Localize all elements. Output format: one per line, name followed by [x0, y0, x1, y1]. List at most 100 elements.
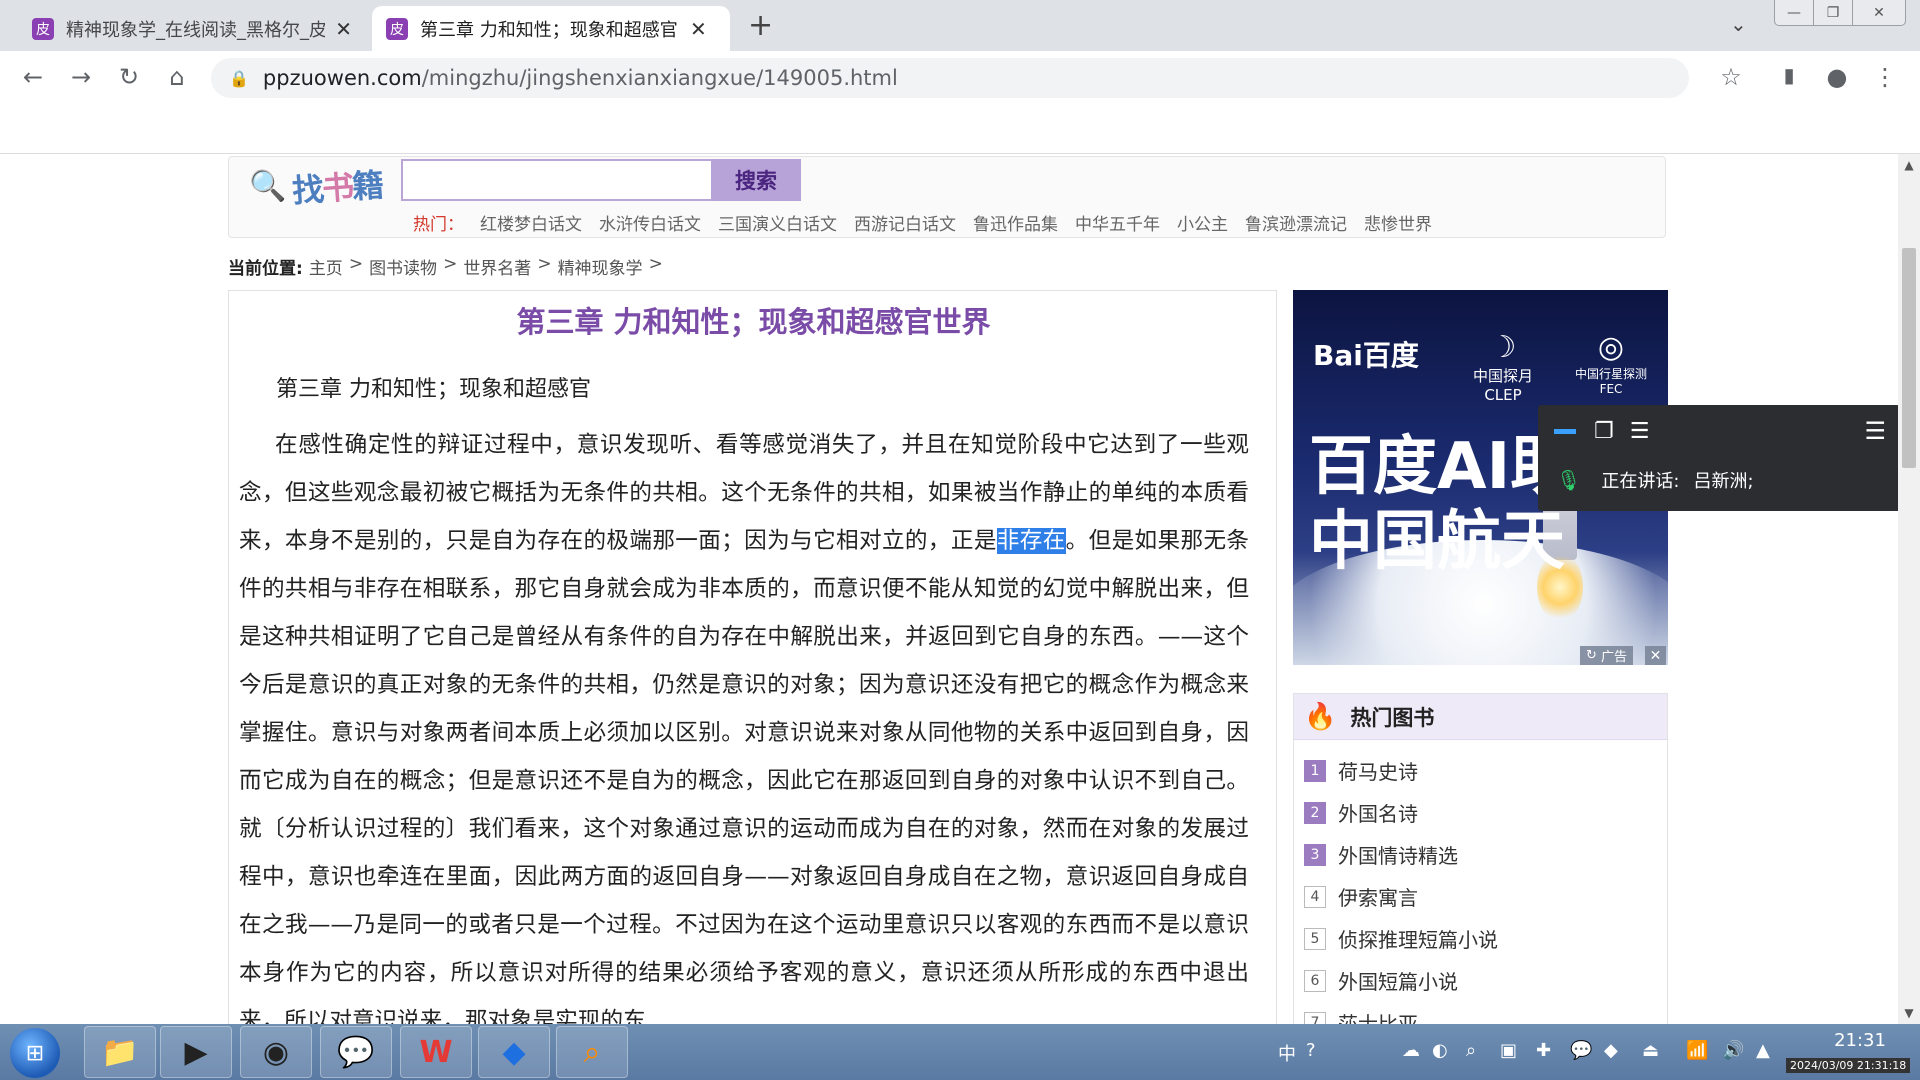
bookmark-star-icon[interactable]: ☆ — [1716, 63, 1746, 91]
help-icon[interactable]: ? — [1306, 1040, 1316, 1061]
lark-tray-icon[interactable]: ◆ — [1604, 1040, 1618, 1061]
chapter-subtitle: 第三章 力和知性；现象和超感官 — [276, 377, 591, 402]
ad-info-icon: ↻ — [1586, 648, 1597, 663]
hot-book-link[interactable]: 侦探推理短篇小说 — [1338, 924, 1498, 953]
lark-icon[interactable]: ◆ — [478, 1026, 550, 1078]
list-icon[interactable]: ☰ — [1630, 419, 1650, 444]
site-logo[interactable]: 🔍 找书籍 — [249, 163, 384, 210]
tab-close-icon[interactable]: ✕ — [335, 17, 352, 41]
reload-icon[interactable]: ↻ — [114, 63, 144, 91]
breadcrumb-label: 当前位置: — [228, 259, 303, 279]
page-scrollbar[interactable]: ▲ ▼ — [1898, 154, 1920, 1024]
search-app-icon[interactable]: ⌕ — [556, 1026, 628, 1078]
volume-icon[interactable]: 🔊 — [1722, 1040, 1744, 1061]
minimize-icon[interactable] — [1554, 428, 1576, 434]
hot-book-link[interactable]: 伊索寓言 — [1338, 882, 1418, 911]
browser-menu-icon[interactable]: ⋮ — [1870, 63, 1900, 91]
tab-chapter-three[interactable]: 皮 第三章 力和知性；现象和超感官 ✕ — [372, 6, 730, 51]
tab-jingshen-reading[interactable]: 皮 精神现象学_在线阅读_黑格尔_皮 ✕ — [18, 6, 366, 51]
hot-keyword-link[interactable]: 鲁迅作品集 — [973, 210, 1058, 235]
scrollbar-thumb[interactable] — [1902, 248, 1916, 468]
address-bar[interactable]: 🔒 ppzuowen.com/mingzhu/jingshenxianxiang… — [211, 58, 1689, 98]
hot-book-item[interactable]: 5 侦探推理短篇小说 — [1304, 924, 1498, 953]
hot-book-link[interactable]: 荷马史诗 — [1338, 756, 1418, 785]
hot-keyword-link[interactable]: 三国演义白话文 — [718, 210, 837, 235]
wps-icon[interactable]: W — [400, 1026, 472, 1078]
window-minimize-button[interactable]: — — [1774, 0, 1814, 26]
hot-keyword-link[interactable]: 小公主 — [1177, 210, 1228, 235]
menu-icon[interactable]: ☰ — [1864, 417, 1886, 445]
media-player-icon[interactable]: ▶ — [160, 1026, 232, 1078]
breadcrumb-link-classics[interactable]: 世界名著 — [463, 254, 531, 279]
hot-book-link[interactable]: 外国情诗精选 — [1338, 840, 1458, 869]
start-button-icon[interactable]: ⊞ — [10, 1028, 60, 1078]
downloader-icon[interactable]: ▣ — [1500, 1040, 1517, 1061]
voice-meeting-widget[interactable]: ❐ ☰ ☰ 🎙 正在讲话: 吕新洲; — [1538, 405, 1898, 511]
search-tray-icon[interactable]: ⌕ — [1466, 1040, 1476, 1061]
breadcrumb-separator: > — [443, 254, 458, 274]
wechat-tray-icon[interactable]: 💬 — [1570, 1040, 1592, 1061]
explorer-icon[interactable]: 📁 — [84, 1026, 156, 1078]
ad-label[interactable]: ↻ 广告 — [1580, 646, 1634, 665]
hot-keyword-link[interactable]: 西游记白话文 — [854, 210, 956, 235]
hot-books-header: 🔥 热门图书 — [1294, 694, 1667, 740]
ad-close-icon[interactable]: ✕ — [1645, 646, 1666, 665]
breadcrumb-link-books[interactable]: 图书读物 — [369, 254, 437, 279]
hot-label: 热门： — [413, 215, 464, 235]
clock-time[interactable]: 21:31 — [1810, 1030, 1910, 1051]
forward-arrow-icon[interactable]: → — [66, 63, 96, 91]
scroll-up-arrow-icon[interactable]: ▲ — [1898, 158, 1920, 172]
lock-icon[interactable]: 🔒 — [229, 69, 249, 88]
book-search-input[interactable] — [401, 159, 713, 201]
hot-book-item[interactable]: 4 伊索寓言 — [1304, 882, 1418, 911]
profile-avatar-icon[interactable]: ● — [1822, 63, 1852, 91]
hot-book-link[interactable]: 外国短篇小说 — [1338, 966, 1458, 995]
ad-partner-name: 中国行星探测 — [1575, 367, 1648, 381]
security-icon[interactable]: ◐ — [1432, 1040, 1448, 1061]
back-arrow-icon[interactable]: ← — [18, 63, 48, 91]
window-icon[interactable]: ❐ — [1594, 419, 1614, 444]
search-button[interactable]: 搜索 — [711, 159, 801, 201]
breadcrumb-separator: > — [537, 254, 552, 274]
selected-text[interactable]: 非存在 — [996, 528, 1066, 554]
hot-book-item[interactable]: 6 外国短篇小说 — [1304, 966, 1458, 995]
hot-book-link[interactable]: 外国名诗 — [1338, 798, 1418, 827]
ime-icon[interactable]: 中 — [1278, 1040, 1296, 1066]
tab-title: 精神现象学_在线阅读_黑格尔_皮 — [66, 19, 326, 41]
rank-badge: 1 — [1304, 759, 1326, 782]
usb-icon[interactable]: ⏏ — [1642, 1040, 1659, 1061]
network-app-icon[interactable]: ✚ — [1536, 1040, 1551, 1061]
hot-keyword-link[interactable]: 中华五千年 — [1075, 210, 1160, 235]
onedrive-icon[interactable]: ☁ — [1402, 1040, 1420, 1061]
web-page: 🔍 找书籍 搜索 热门： 红楼梦白话文 水浒传白话文 三国演义白话文 西游记白话… — [0, 154, 1898, 1024]
new-tab-plus-icon[interactable]: + — [748, 8, 773, 43]
rank-badge: 6 — [1304, 969, 1326, 992]
hot-book-item[interactable]: 2 外国名诗 — [1304, 798, 1418, 827]
chapter-body-text: 在感性确定性的辩证过程中，意识发现听、看等感觉消失了，并且在知觉阶段中它达到了一… — [239, 421, 1249, 1024]
hot-book-item[interactable]: 3 外国情诗精选 — [1304, 840, 1458, 869]
hot-keyword-link[interactable]: 鲁滨逊漂流记 — [1245, 210, 1347, 235]
hot-book-item[interactable]: 7 莎士比亚 — [1304, 1008, 1418, 1024]
chrome-icon[interactable]: ◉ — [240, 1026, 312, 1078]
speaker-name: 吕新洲; — [1693, 471, 1754, 492]
hot-keyword-link[interactable]: 悲惨世界 — [1364, 210, 1432, 235]
wechat-icon[interactable]: 💬 — [320, 1026, 392, 1078]
network-signal-icon[interactable]: 📶 — [1686, 1040, 1708, 1061]
tab-close-icon[interactable]: ✕ — [690, 17, 707, 41]
scroll-down-arrow-icon[interactable]: ▼ — [1898, 1006, 1920, 1020]
hot-book-link[interactable]: 莎士比亚 — [1338, 1008, 1418, 1024]
tab-search-chevron-icon[interactable]: ⌄ — [1730, 12, 1747, 36]
hot-book-item[interactable]: 1 荷马史诗 — [1304, 756, 1418, 785]
hot-keyword-link[interactable]: 水浒传白话文 — [599, 210, 701, 235]
breadcrumb-link-home[interactable]: 主页 — [309, 254, 343, 279]
microphone-icon: 🎙 — [1556, 468, 1582, 492]
window-close-button[interactable]: ✕ — [1852, 0, 1906, 26]
side-panel-icon[interactable]: ▮ — [1774, 63, 1804, 87]
breadcrumb-link-book[interactable]: 精神现象学 — [558, 254, 643, 279]
ad-partner-sub: CLEP — [1484, 386, 1522, 404]
window-restore-button[interactable]: ❐ — [1813, 0, 1853, 26]
home-icon[interactable]: ⌂ — [162, 63, 192, 91]
clock-date[interactable]: 2024/03/09 21:31:18 — [1786, 1058, 1911, 1073]
cloud-sync-icon[interactable]: ▲ — [1756, 1040, 1770, 1061]
hot-keyword-link[interactable]: 红楼梦白话文 — [480, 210, 582, 235]
